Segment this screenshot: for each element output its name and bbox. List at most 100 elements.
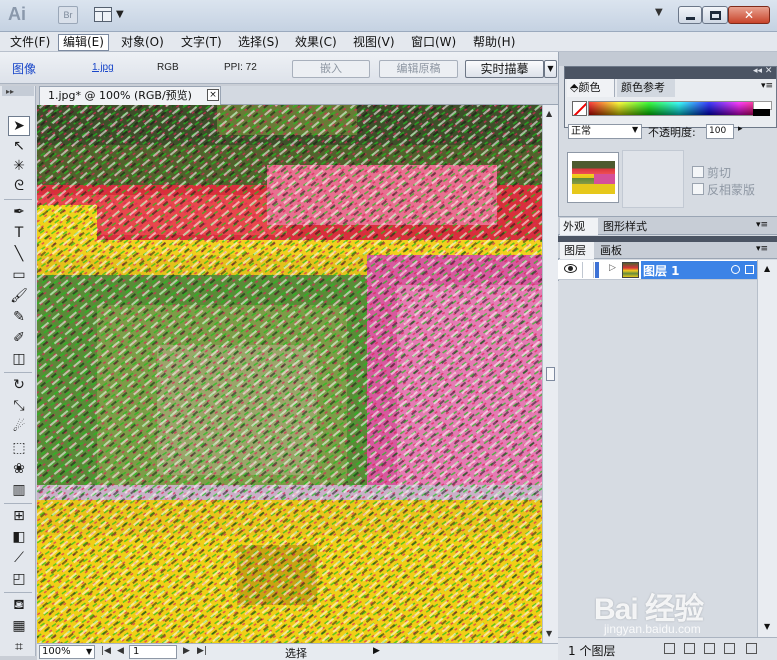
artboard-canvas[interactable] — [37, 105, 542, 643]
menu-view[interactable]: 视图(V) — [349, 34, 399, 51]
tracing-presets-dropdown[interactable]: ▼ — [544, 60, 557, 78]
opacity-slider-icon[interactable]: ▸ — [738, 124, 743, 134]
visibility-eye-icon[interactable] — [564, 264, 577, 273]
panel-menu-icon[interactable]: ▾≡ — [756, 244, 768, 254]
trash-icon[interactable] — [746, 643, 757, 654]
color-panel-header[interactable]: ◂◂ ✕ — [565, 66, 776, 79]
tab-graphic-styles[interactable]: 图形样式 — [600, 218, 668, 235]
layers-scrollbar[interactable]: ▲ ▼ — [757, 260, 777, 637]
artboard-number-field[interactable]: 1 — [129, 645, 177, 659]
previous-artboard-icon[interactable]: ◀ — [117, 646, 124, 656]
minimize-button[interactable] — [678, 6, 702, 24]
last-artboard-icon[interactable]: ▶| — [197, 646, 207, 656]
menu-file[interactable]: 文件(F) — [6, 34, 54, 51]
status-menu-icon[interactable]: ▶ — [373, 646, 380, 656]
menu-effect[interactable]: 效果(C) — [291, 34, 341, 51]
blend-mode-dropdown[interactable]: 正常 — [568, 124, 642, 139]
tab-artboards[interactable]: 画板 — [596, 242, 634, 259]
menu-object[interactable]: 对象(O) — [117, 34, 168, 51]
gradient-tool-icon[interactable]: ◧ — [8, 527, 30, 547]
layer-name-box[interactable]: 图层 1 — [641, 261, 757, 279]
target-circle-icon[interactable] — [731, 265, 740, 274]
selection-tool-icon[interactable]: ➤ — [8, 116, 30, 136]
tab-appearance[interactable]: 外观 — [560, 218, 598, 235]
rectangle-tool-icon[interactable]: ▭ — [8, 265, 30, 285]
make-clipping-mask-icon[interactable] — [684, 643, 695, 654]
slice-tool-icon[interactable]: ⌗ — [8, 637, 30, 657]
opacity-mask-area[interactable] — [622, 150, 684, 208]
close-document-icon[interactable]: × — [207, 89, 219, 101]
menu-help[interactable]: 帮助(H) — [469, 34, 519, 51]
maximize-button[interactable] — [702, 6, 728, 24]
close-button[interactable]: ✕ — [728, 6, 770, 24]
menu-type[interactable]: 文字(T) — [177, 34, 226, 51]
status-mode-label[interactable]: 选择 — [285, 645, 307, 660]
document-tab[interactable]: 1.jpg* @ 100% (RGB/预览) — [39, 86, 221, 105]
scale-tool-icon[interactable]: ⤡ — [8, 396, 30, 416]
scroll-up-icon[interactable]: ▲ — [764, 264, 770, 273]
linked-file-link[interactable]: 1.jpg — [92, 62, 114, 73]
invert-mask-checkbox[interactable] — [692, 183, 704, 195]
pen-tool-icon[interactable]: ✒ — [8, 202, 30, 222]
clip-checkbox[interactable] — [692, 166, 704, 178]
next-artboard-icon[interactable]: ▶ — [183, 646, 190, 656]
canvas-vertical-scrollbar[interactable]: ▲ ▼ — [542, 105, 558, 643]
panel-menu-icon[interactable]: ▾≡ — [756, 220, 768, 230]
collapse-icon[interactable]: ◂◂ ✕ — [753, 66, 772, 76]
lasso-tool-icon[interactable]: ᘓ — [8, 176, 30, 196]
column-graph-tool-icon[interactable]: ▥ — [8, 480, 30, 500]
layer-row[interactable]: ▷ 图层 1 — [558, 260, 757, 280]
magic-wand-tool-icon[interactable]: ✳ — [8, 156, 30, 176]
chevron-down-icon[interactable]: ▼ — [632, 125, 638, 134]
locate-object-icon[interactable] — [664, 643, 675, 654]
new-sublayer-icon[interactable] — [704, 643, 715, 654]
blob-brush-tool-icon[interactable]: ✐ — [8, 328, 30, 348]
chevron-down-icon[interactable]: ▼ — [116, 9, 124, 20]
zoom-dropdown[interactable]: 100% ▼ — [39, 645, 95, 659]
arrange-documents-icon[interactable] — [94, 7, 112, 22]
live-trace-button[interactable]: 实时描摹 — [465, 60, 544, 78]
scroll-down-icon[interactable]: ▼ — [546, 629, 552, 638]
eraser-tool-icon[interactable]: ◫ — [8, 349, 30, 369]
mesh-tool-icon[interactable]: ⊞ — [8, 506, 30, 526]
bridge-button[interactable]: Br — [58, 6, 78, 24]
tab-color-guide[interactable]: 颜色参考 — [617, 79, 675, 97]
object-type-label[interactable]: 图像 — [12, 60, 36, 77]
embed-button[interactable]: 嵌入 — [292, 60, 370, 78]
color-spectrum[interactable] — [588, 101, 770, 116]
scroll-thumb[interactable] — [546, 367, 555, 381]
tools-panel-grip[interactable]: ▸▸ — [2, 86, 34, 96]
live-paint-tool-icon[interactable]: ⛾ — [8, 595, 30, 615]
pencil-tool-icon[interactable]: ✎ — [8, 307, 30, 327]
expand-triangle-icon[interactable]: ▷ — [609, 263, 616, 273]
workspace-menu-icon[interactable]: ▼ — [655, 7, 663, 18]
free-transform-tool-icon[interactable]: ⬚ — [8, 438, 30, 458]
type-tool-icon[interactable]: T — [8, 223, 30, 243]
artboard-tool-icon[interactable]: ▦ — [8, 616, 30, 636]
blend-tool-icon[interactable]: ◰ — [8, 569, 30, 589]
none-swatch-icon[interactable] — [572, 101, 587, 116]
warp-tool-icon[interactable]: ☄ — [8, 417, 30, 437]
lock-toggle[interactable] — [582, 262, 594, 278]
scroll-up-icon[interactable]: ▲ — [546, 109, 552, 118]
menu-window[interactable]: 窗口(W) — [407, 34, 460, 51]
direct-selection-tool-icon[interactable]: ↖ — [8, 136, 30, 156]
transparency-thumbnail[interactable] — [567, 152, 619, 203]
layers-panel-footer: 1 个图层 — [558, 637, 777, 660]
opacity-field[interactable]: 100 — [706, 124, 734, 139]
rotate-tool-icon[interactable]: ↻ — [8, 375, 30, 395]
menu-edit[interactable]: 编辑(E) — [58, 34, 109, 51]
eyedropper-tool-icon[interactable]: ⟋ — [8, 548, 30, 568]
menu-select[interactable]: 选择(S) — [234, 34, 283, 51]
first-artboard-icon[interactable]: |◀ — [101, 646, 111, 656]
edit-original-button[interactable]: 编辑原稿 — [379, 60, 458, 78]
symbol-sprayer-tool-icon[interactable]: ❀ — [8, 459, 30, 479]
selection-square-icon[interactable] — [745, 265, 754, 274]
line-tool-icon[interactable]: ╲ — [8, 244, 30, 264]
tab-layers[interactable]: 图层 — [560, 242, 594, 259]
new-layer-icon[interactable] — [724, 643, 735, 654]
panel-menu-icon[interactable]: ▾≡ — [761, 81, 773, 91]
tab-color[interactable]: ⬘颜色 — [567, 79, 615, 97]
black-white-swatches[interactable] — [753, 101, 772, 116]
paintbrush-tool-icon[interactable]: 🖌 — [8, 286, 30, 306]
